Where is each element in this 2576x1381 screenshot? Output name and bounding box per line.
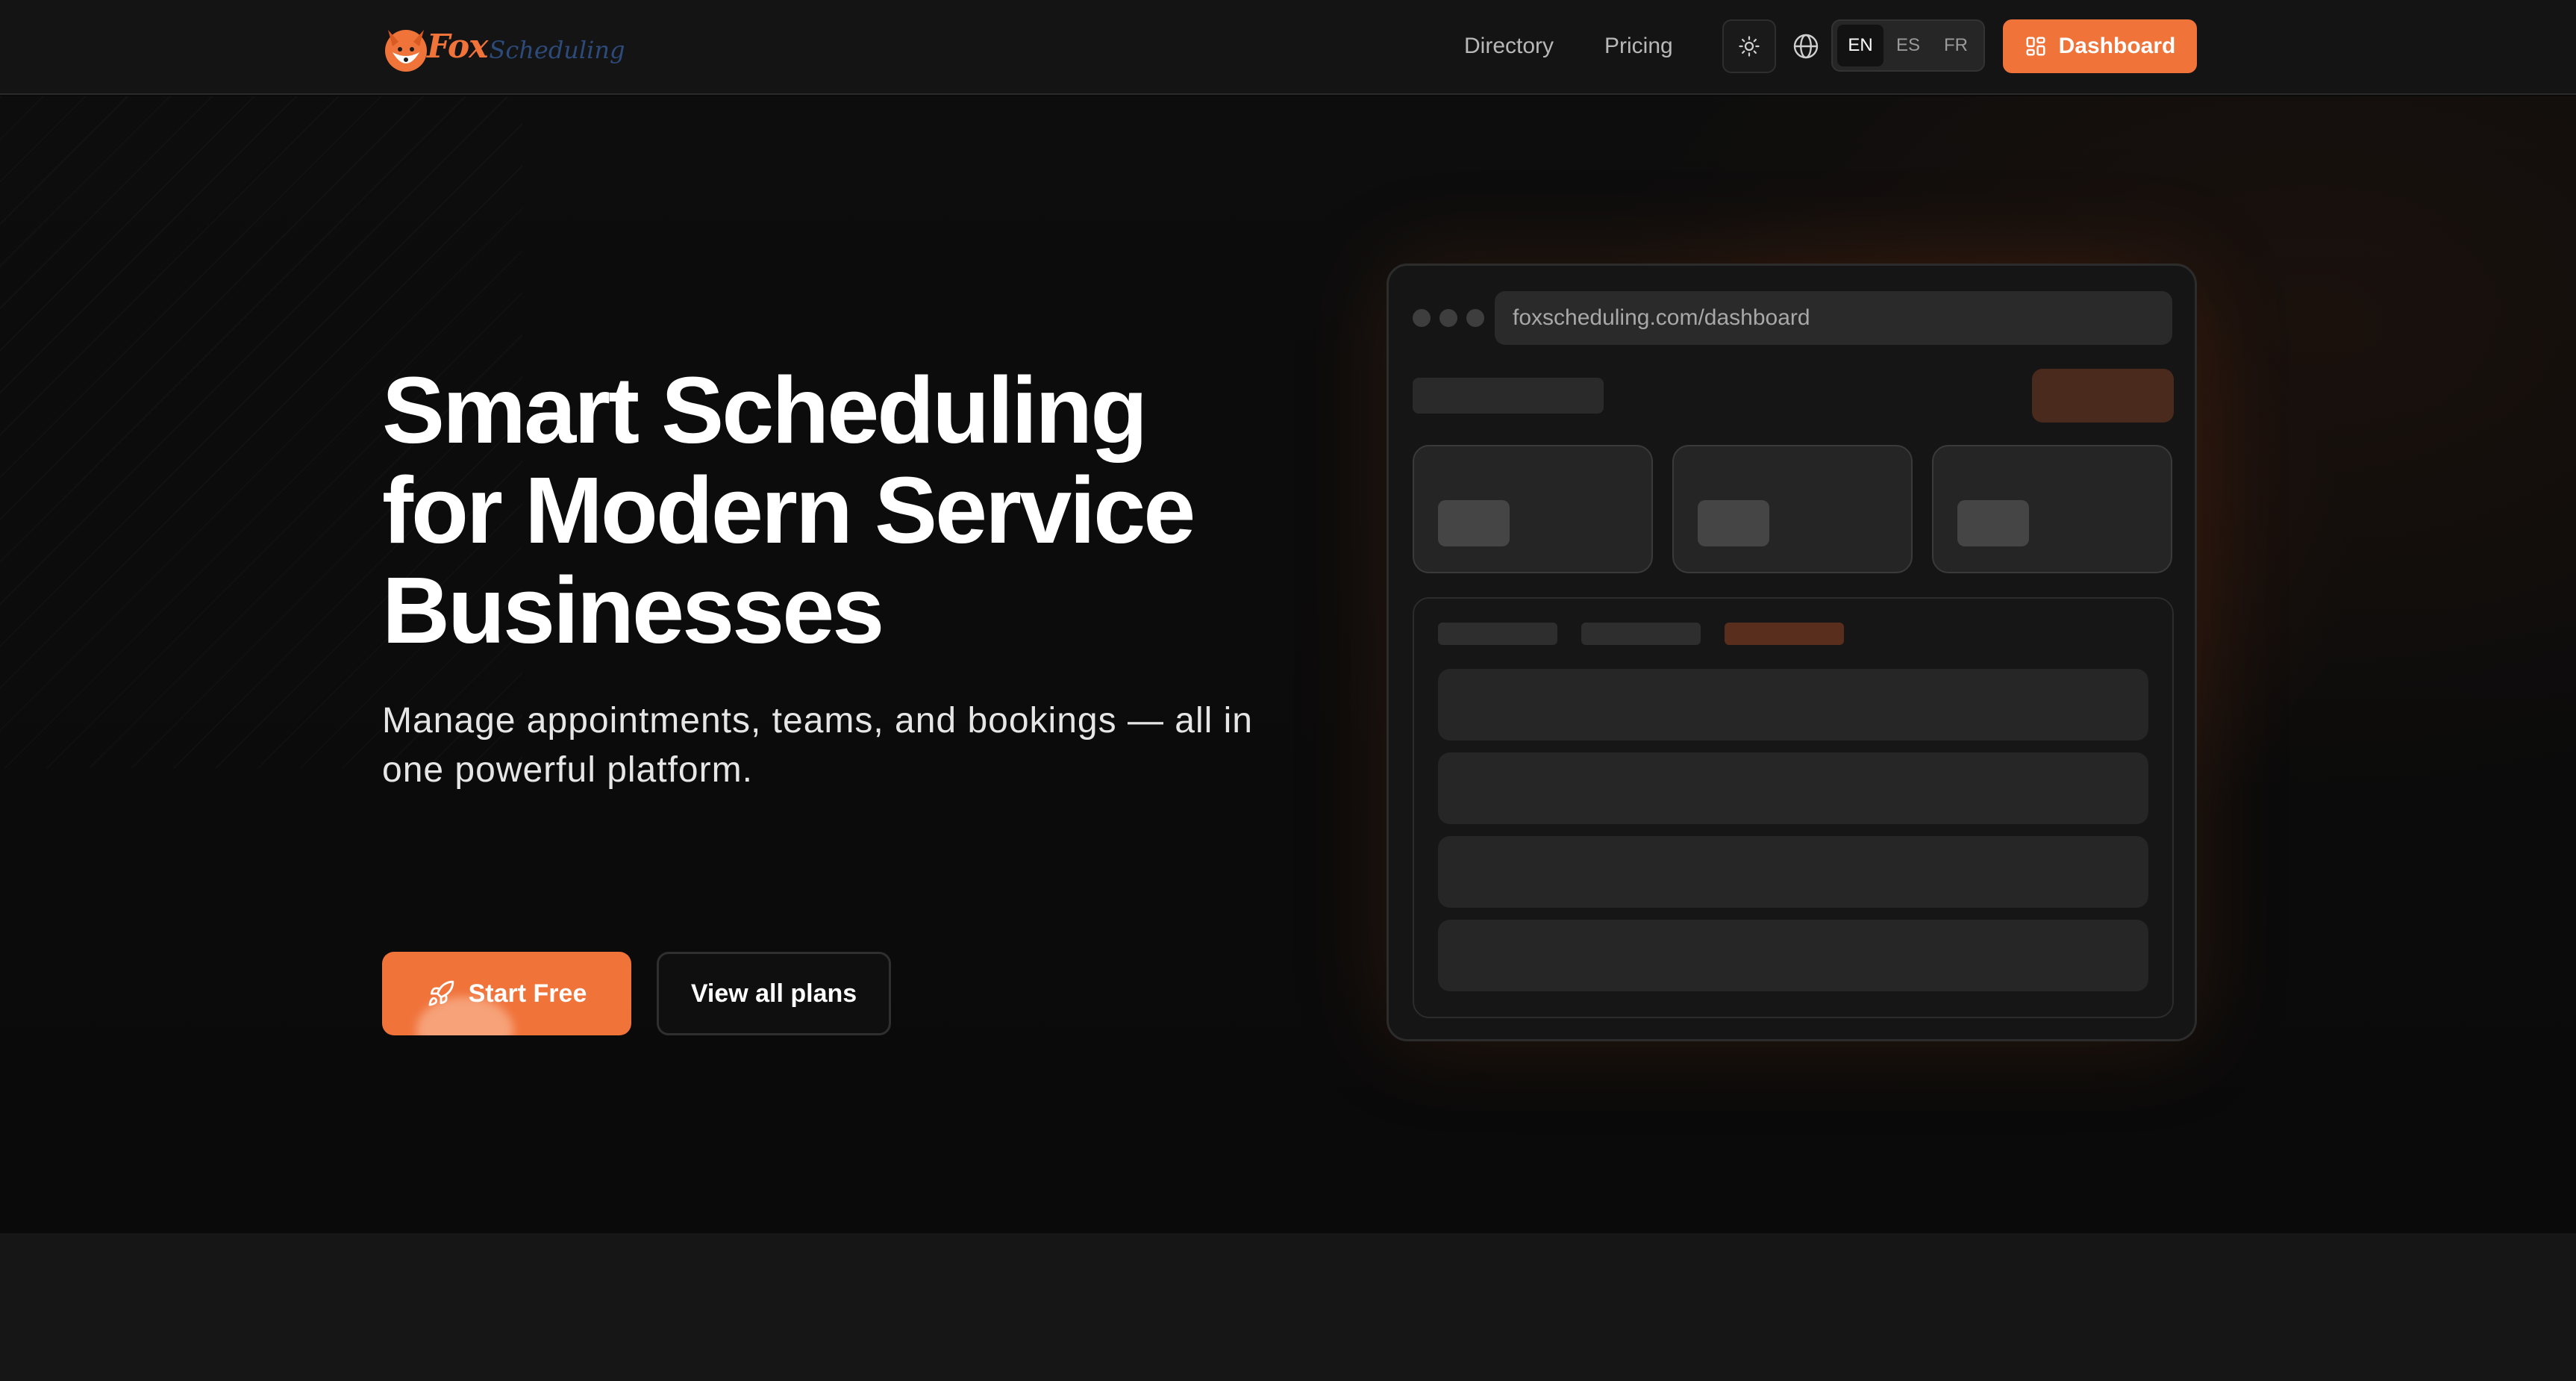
- window-dot-maximize: [1466, 309, 1484, 327]
- rocket-icon: [428, 980, 454, 1006]
- dashboard-button[interactable]: Dashboard: [2003, 19, 2197, 73]
- preview-title-placeholder: [1413, 378, 1604, 414]
- stat-chip-placeholder: [1438, 500, 1510, 546]
- preview-row-placeholder: [1438, 669, 2148, 741]
- preview-row-placeholder: [1438, 752, 2148, 824]
- hero-section: Smart Scheduling for Modern Service Busi…: [0, 96, 2576, 1232]
- next-section: [0, 1233, 2576, 1381]
- preview-stat-card: [1672, 445, 1913, 573]
- fox-logo-icon: [385, 30, 427, 72]
- grid-icon: [2026, 37, 2045, 56]
- nav-link-pricing[interactable]: Pricing: [1604, 31, 1673, 61]
- brand-logo[interactable]: Fox Scheduling: [382, 15, 625, 78]
- view-plans-button[interactable]: View all plans: [657, 952, 891, 1035]
- theme-toggle-button[interactable]: [1722, 19, 1776, 73]
- window-dot-minimize: [1439, 309, 1457, 327]
- preview-row-placeholder: [1438, 920, 2148, 991]
- window-dot-close: [1413, 309, 1431, 327]
- sun-icon: [1739, 36, 1760, 57]
- preview-tab-placeholder-active: [1725, 623, 1844, 645]
- dashboard-preview-window: foxscheduling.com/dashboard: [1387, 264, 2197, 1041]
- language-option-es[interactable]: ES: [1885, 25, 1931, 66]
- preview-url-bar: foxscheduling.com/dashboard: [1495, 291, 2172, 345]
- preview-row-placeholder: [1438, 836, 2148, 908]
- brand-name-primary: Fox: [427, 27, 488, 66]
- globe-icon: [1793, 34, 1819, 59]
- stat-chip-placeholder: [1698, 500, 1769, 546]
- preview-action-placeholder: [2032, 369, 2174, 423]
- preview-tab-placeholder: [1438, 623, 1557, 645]
- start-free-button[interactable]: Start Free: [382, 952, 631, 1035]
- dashboard-button-label: Dashboard: [2058, 34, 2176, 58]
- language-option-fr[interactable]: FR: [1933, 25, 1979, 66]
- stat-chip-placeholder: [1957, 500, 2029, 546]
- preview-table: [1413, 597, 2174, 1018]
- landing-page: Fox Scheduling Directory Pricing EN ES F…: [0, 0, 2576, 1381]
- brand-name-secondary: Scheduling: [489, 36, 625, 64]
- start-free-label: Start Free: [468, 979, 587, 1008]
- preview-url-text: foxscheduling.com/dashboard: [1513, 305, 1810, 330]
- hero-subheadline: Manage appointments, teams, and bookings…: [382, 701, 1253, 790]
- hero-headline: Smart Scheduling for Modern Service Busi…: [382, 358, 1195, 663]
- top-navbar: Fox Scheduling Directory Pricing EN ES F…: [0, 0, 2576, 95]
- language-option-en[interactable]: EN: [1837, 25, 1883, 66]
- nav-link-directory[interactable]: Directory: [1464, 31, 1554, 61]
- preview-stat-card: [1932, 445, 2172, 573]
- language-switcher: EN ES FR: [1831, 19, 1985, 72]
- preview-stat-card: [1413, 445, 1653, 573]
- preview-tab-placeholder: [1581, 623, 1701, 645]
